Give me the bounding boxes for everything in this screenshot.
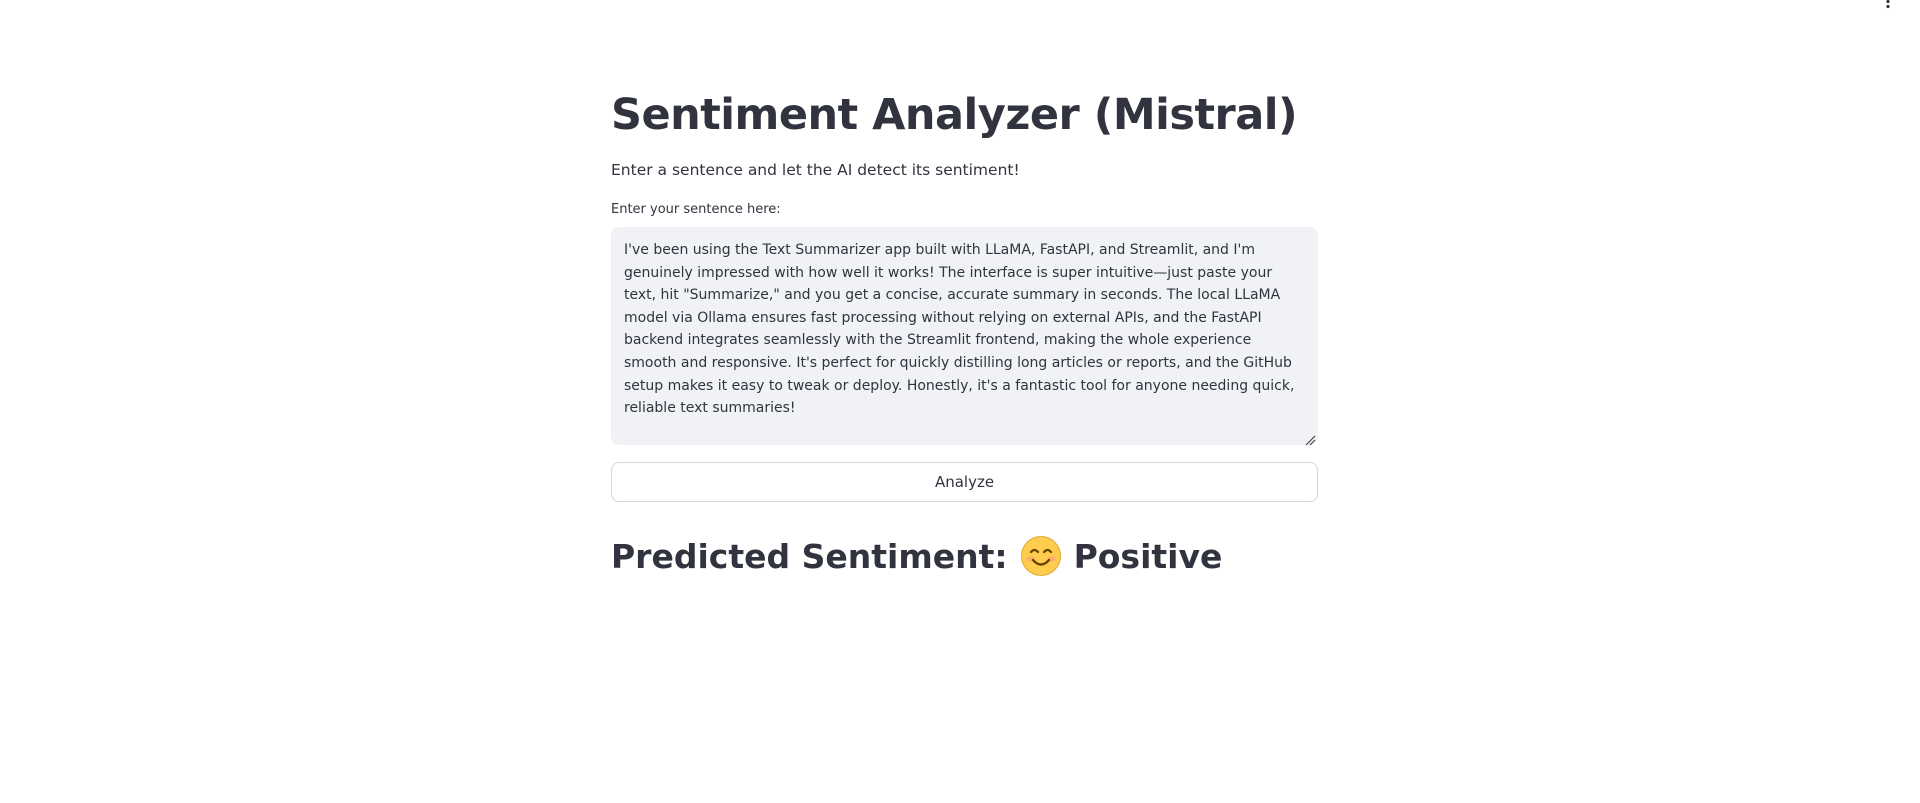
app-page: Sentiment Analyzer (Mistral) Enter a sen… <box>0 0 1920 803</box>
main-menu-button[interactable] <box>1876 0 1900 14</box>
vertical-ellipsis-icon <box>1885 0 1891 12</box>
sentence-input[interactable]: I've been using the Text Summarizer app … <box>611 227 1318 445</box>
resize-handle-icon[interactable] <box>1304 431 1316 446</box>
sentence-input-container: I've been using the Text Summarizer app … <box>611 227 1318 446</box>
sentence-input-label: Enter your sentence here: <box>611 202 781 217</box>
analyze-button[interactable]: Analyze <box>611 462 1318 502</box>
result-prefix: Predicted Sentiment: <box>611 536 1008 576</box>
page-title: Sentiment Analyzer (Mistral) <box>611 90 1298 140</box>
sentiment-label: Positive <box>1073 536 1223 576</box>
page-subtitle: Enter a sentence and let the AI detect i… <box>611 161 1020 179</box>
predicted-sentiment-heading: Predicted Sentiment: Positive <box>611 528 1222 584</box>
smiling-face-icon <box>1020 535 1062 577</box>
